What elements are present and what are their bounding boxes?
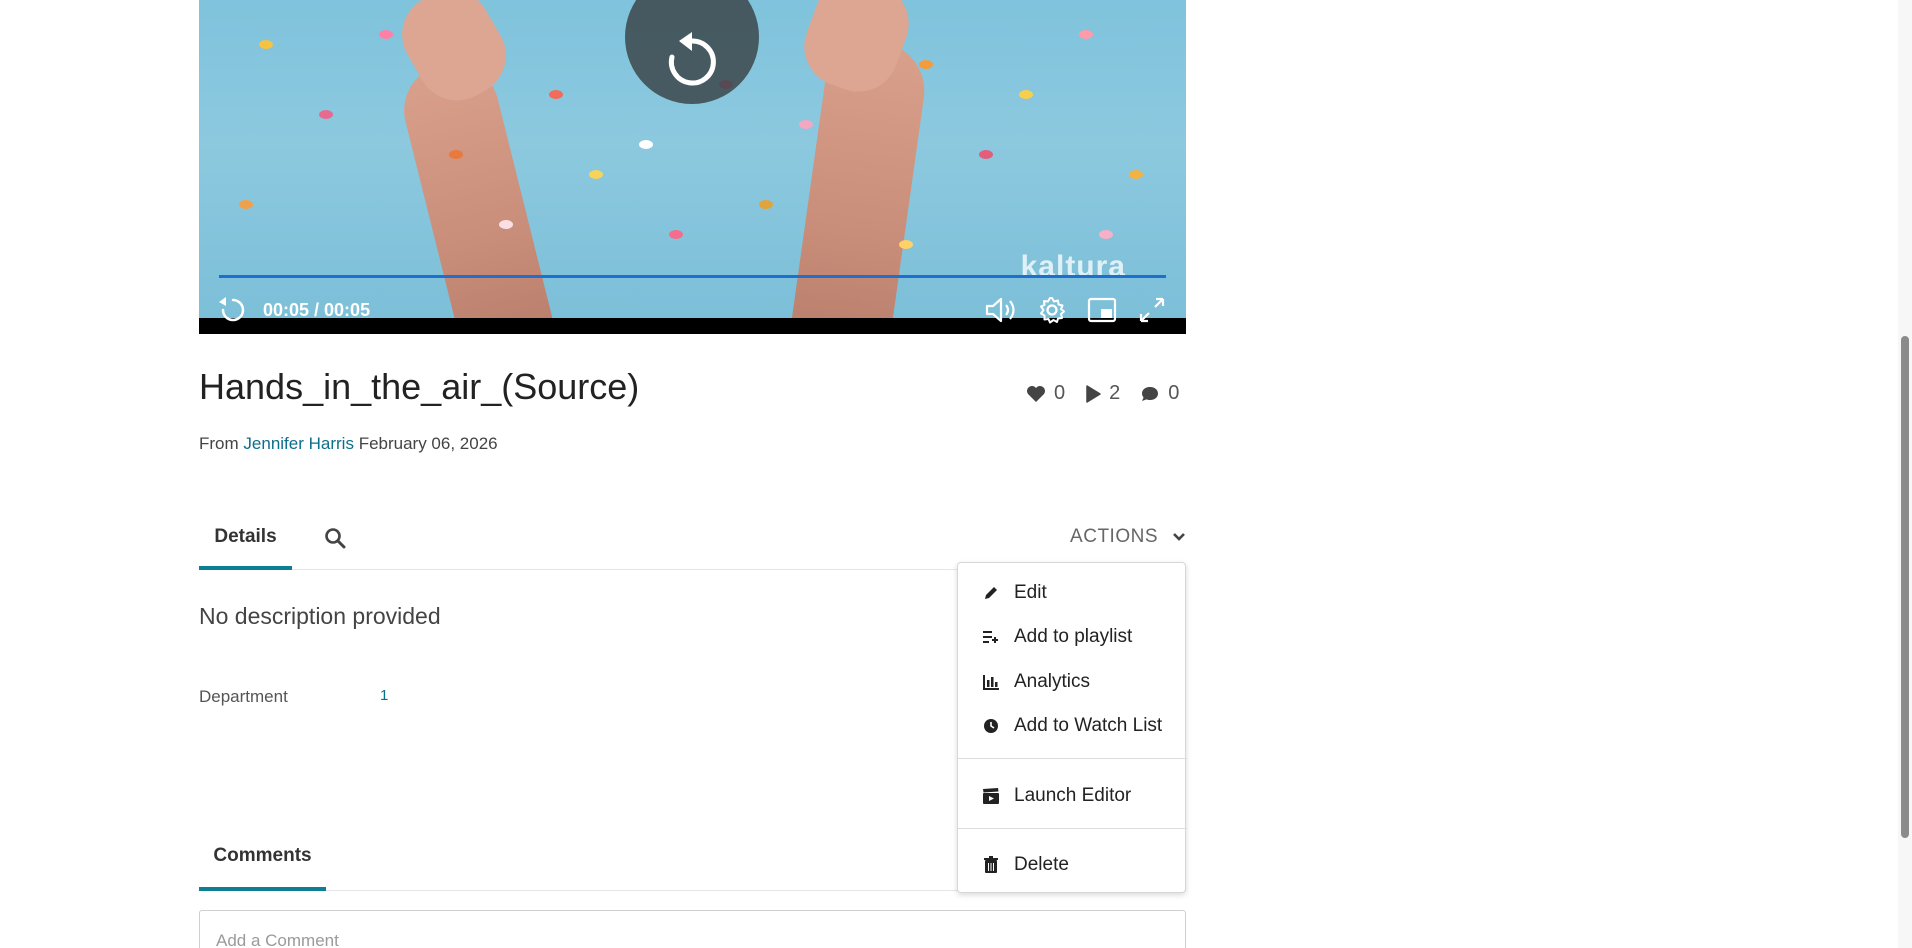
- player-controls: 00:05 / 00:05: [199, 286, 1186, 334]
- clapperboard-icon: [982, 787, 1000, 805]
- confetti: [1079, 30, 1093, 39]
- time-display: 00:05 / 00:05: [263, 299, 371, 320]
- menu-item-add-to-watch-list[interactable]: Add to Watch List: [958, 706, 1187, 746]
- tab-details[interactable]: Details: [199, 520, 292, 570]
- confetti: [1129, 170, 1143, 179]
- video-player[interactable]: kaltura 00:05 / 00:05: [199, 0, 1186, 334]
- confetti: [239, 200, 253, 209]
- video-frame[interactable]: kaltura: [199, 0, 1186, 318]
- menu-divider: [958, 758, 1187, 759]
- volume-button[interactable]: [984, 292, 1020, 328]
- plays-stat: 2: [1085, 382, 1120, 405]
- search-icon: [325, 528, 346, 549]
- confetti: [979, 150, 993, 159]
- entry-date: February 06, 2026: [358, 434, 498, 453]
- comments-count: 0: [1168, 382, 1180, 404]
- from-label: From: [199, 434, 239, 453]
- pencil-icon: [982, 584, 1000, 602]
- department-value[interactable]: 1: [380, 687, 388, 704]
- confetti: [449, 150, 463, 159]
- fullscreen-button[interactable]: [1134, 292, 1170, 328]
- fullscreen-icon: [1139, 297, 1165, 323]
- scrollbar-thumb[interactable]: [1901, 336, 1909, 838]
- confetti: [639, 140, 653, 149]
- comment-input[interactable]: Add a Comment: [199, 910, 1186, 948]
- department-label: Department: [199, 687, 288, 706]
- volume-icon: [985, 297, 1015, 323]
- tab-comments[interactable]: Comments: [199, 838, 326, 891]
- page-scrollbar[interactable]: [1898, 0, 1912, 948]
- confetti: [1019, 90, 1033, 99]
- plays-count: 2: [1109, 382, 1121, 404]
- entry-stats: 0 2 0: [1026, 382, 1179, 405]
- confetti: [379, 30, 393, 39]
- play-icon: [1086, 384, 1101, 403]
- clock-icon: [982, 717, 1000, 735]
- replay-icon: [668, 32, 716, 86]
- bar-chart-icon: [982, 673, 1000, 691]
- confetti: [899, 240, 913, 249]
- menu-item-label: Delete: [1014, 854, 1069, 875]
- entry-byline: From Jennifer Harris February 06, 2026: [199, 434, 498, 454]
- menu-item-label: Edit: [1014, 582, 1047, 603]
- menu-item-add-to-playlist[interactable]: Add to playlist: [958, 617, 1187, 657]
- menu-divider: [958, 828, 1187, 829]
- replay-button[interactable]: [625, 0, 759, 104]
- confetti: [919, 60, 933, 69]
- confetti: [319, 110, 333, 119]
- trash-icon: [982, 856, 1000, 874]
- author-link[interactable]: Jennifer Harris: [243, 434, 354, 453]
- menu-item-label: Add to Watch List: [1014, 715, 1163, 736]
- likes-count: 0: [1054, 382, 1066, 404]
- gear-icon: [1040, 297, 1065, 324]
- confetti: [669, 230, 683, 239]
- confetti: [589, 170, 603, 179]
- confetti: [1099, 230, 1113, 239]
- comments-stat: 0: [1140, 382, 1179, 405]
- menu-item-analytics[interactable]: Analytics: [958, 662, 1187, 702]
- comment-icon: [1142, 386, 1159, 401]
- heart-icon: [1027, 385, 1045, 402]
- settings-button[interactable]: [1034, 292, 1070, 328]
- pip-icon: [1087, 297, 1117, 323]
- actions-dropdown-toggle[interactable]: ACTIONS: [1070, 526, 1186, 548]
- confetti: [549, 90, 563, 99]
- menu-item-launch-editor[interactable]: Launch Editor: [958, 776, 1187, 816]
- actions-label: ACTIONS: [1070, 526, 1158, 547]
- chevron-down-icon: [1173, 533, 1185, 541]
- tab-search[interactable]: [323, 526, 349, 552]
- playlist-add-icon: [982, 628, 1000, 646]
- confetti: [499, 220, 513, 229]
- actions-menu: Edit Add to playlist Analytics Add to Wa…: [957, 562, 1187, 893]
- menu-item-label: Add to playlist: [1014, 626, 1133, 647]
- replay-control[interactable]: [215, 292, 251, 328]
- menu-item-edit[interactable]: Edit: [958, 573, 1187, 613]
- picture-in-picture-button[interactable]: [1084, 292, 1120, 328]
- entry-title: Hands_in_the_air_(Source): [199, 366, 640, 407]
- likes-stat[interactable]: 0: [1026, 382, 1065, 405]
- progress-bar[interactable]: [219, 275, 1166, 278]
- menu-item-label: Analytics: [1014, 671, 1091, 692]
- confetti: [799, 120, 813, 129]
- menu-item-delete[interactable]: Delete: [958, 845, 1187, 885]
- confetti: [259, 40, 273, 49]
- replay-small-icon: [219, 297, 245, 322]
- entry-description: No description provided: [199, 603, 441, 629]
- confetti: [759, 200, 773, 209]
- kaltura-watermark: kaltura: [1020, 250, 1126, 283]
- menu-item-label: Launch Editor: [1014, 785, 1132, 806]
